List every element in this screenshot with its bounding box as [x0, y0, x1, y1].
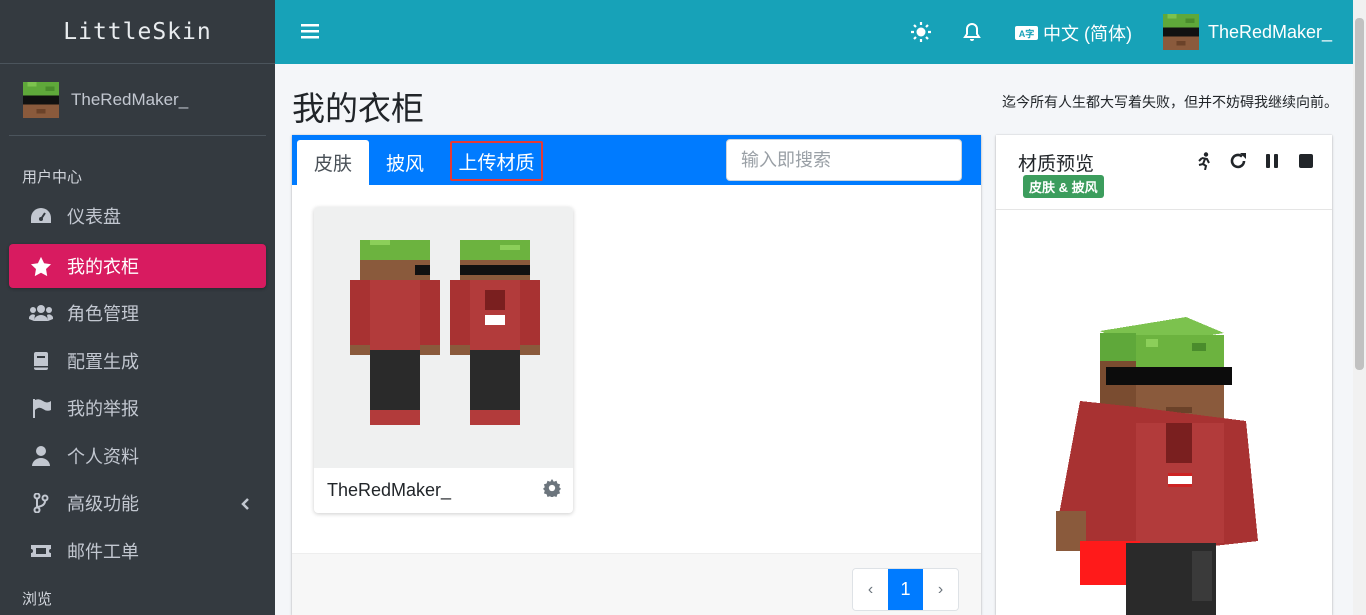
skin-3d-preview[interactable]	[996, 211, 1332, 615]
sidebar-item-reports[interactable]: 我的举报	[9, 386, 266, 430]
skin-thumbnail[interactable]	[314, 207, 573, 468]
user-name[interactable]: TheRedMaker_	[71, 90, 188, 110]
closet-item[interactable]: TheRedMaker_	[314, 207, 573, 513]
sidebar-item-label: 我的衣柜	[67, 257, 139, 277]
chevron-left-icon	[240, 495, 250, 516]
stop-icon[interactable]	[1296, 151, 1316, 171]
code-branch-icon	[29, 491, 53, 515]
closet-tabs: 皮肤 披风 上传材质	[292, 135, 981, 185]
brand[interactable]: LittleSkin	[0, 0, 275, 64]
motto-text: 迄今所有人生都大写着失败，但并不妨碍我继续向前。	[1002, 94, 1338, 110]
user-menu-name: TheRedMaker_	[1208, 21, 1333, 42]
closet-card-footer: ‹ 1 ›	[292, 553, 981, 615]
preview-header: 材质预览 皮肤 & 披风	[996, 135, 1332, 210]
tab-cape[interactable]: 披风	[372, 140, 438, 185]
sidebar-item-label: 个人资料	[67, 447, 139, 467]
nav-header-browse: 浏览	[22, 591, 53, 608]
sidebar-item-profile[interactable]: 个人资料	[9, 434, 266, 478]
avatar[interactable]	[23, 81, 59, 118]
pagination-page-1[interactable]: 1	[888, 569, 923, 610]
language-label: 中文 (简体)	[1043, 24, 1132, 44]
user-menu[interactable]: TheRedMaker_	[1163, 14, 1332, 50]
preview-toolbar	[1194, 151, 1316, 171]
sidebar-item-label: 邮件工单	[67, 542, 139, 562]
pagination: ‹ 1 ›	[852, 568, 959, 611]
language-selector[interactable]: A字 中文 (简体)	[1015, 20, 1132, 46]
bell-icon[interactable]	[963, 22, 981, 47]
scrollbar-thumb[interactable]	[1355, 18, 1364, 370]
preview-badge: 皮肤 & 披风	[1023, 175, 1104, 198]
sidebar: LittleSkin TheRedMaker_ 用户中心 仪表盘 我的衣柜 角色…	[0, 0, 275, 615]
sidebar-item-config[interactable]: 配置生成	[9, 339, 266, 383]
hamburger-menu-icon[interactable]	[301, 22, 319, 45]
sidebar-item-dashboard[interactable]: 仪表盘	[9, 194, 266, 238]
sidebar-item-closet[interactable]: 我的衣柜	[9, 244, 266, 288]
users-icon	[29, 301, 53, 325]
star-icon	[29, 254, 53, 278]
user-panel[interactable]: TheRedMaker_	[9, 64, 266, 136]
tachometer-icon	[29, 204, 53, 228]
closet-item-name: TheRedMaker_	[327, 480, 452, 500]
flag-icon	[29, 396, 53, 420]
sidebar-item-label: 配置生成	[67, 352, 139, 372]
preview-title: 材质预览	[1018, 154, 1095, 175]
sidebar-item-label: 高级功能	[67, 494, 139, 514]
top-navbar: A字 中文 (简体) TheRedMaker_	[275, 0, 1353, 64]
skin-front-view	[450, 240, 540, 425]
tab-skin[interactable]: 皮肤	[297, 140, 369, 185]
user-icon	[29, 444, 53, 468]
closet-card: 皮肤 披风 上传材质 输入即搜索 TheRedMaker_ ‹ 1 ›	[292, 135, 981, 615]
sidebar-item-label: 仪表盘	[67, 207, 121, 227]
running-icon[interactable]	[1194, 151, 1214, 171]
closet-item-footer: TheRedMaker_	[314, 468, 573, 513]
rotate-icon[interactable]	[1228, 151, 1248, 171]
pause-icon[interactable]	[1262, 151, 1282, 171]
search-input[interactable]	[726, 139, 962, 181]
gear-icon[interactable]	[543, 479, 561, 502]
skin-back-view	[350, 240, 440, 425]
ticket-icon	[29, 539, 53, 563]
avatar	[1163, 14, 1199, 50]
sidebar-item-label: 我的举报	[67, 399, 139, 419]
nav-header-user-center: 用户中心	[22, 169, 83, 186]
sun-icon[interactable]	[911, 22, 931, 47]
sidebar-item-tickets[interactable]: 邮件工单	[9, 529, 266, 573]
texture-preview-card: 材质预览 皮肤 & 披风	[996, 135, 1332, 615]
tab-upload-texture[interactable]: 上传材质	[450, 141, 543, 181]
book-icon	[29, 349, 53, 373]
pagination-next[interactable]: ›	[923, 569, 958, 610]
sidebar-item-advanced[interactable]: 高级功能	[9, 481, 266, 525]
language-icon: A字	[1015, 26, 1038, 40]
sidebar-item-label: 角色管理	[67, 304, 139, 324]
brand-logo[interactable]: LittleSkin	[63, 19, 211, 45]
page-scrollbar[interactable]	[1353, 0, 1366, 615]
sidebar-item-players[interactable]: 角色管理	[9, 291, 266, 335]
page-title: 我的衣柜	[292, 90, 424, 127]
pagination-prev[interactable]: ‹	[853, 569, 888, 610]
